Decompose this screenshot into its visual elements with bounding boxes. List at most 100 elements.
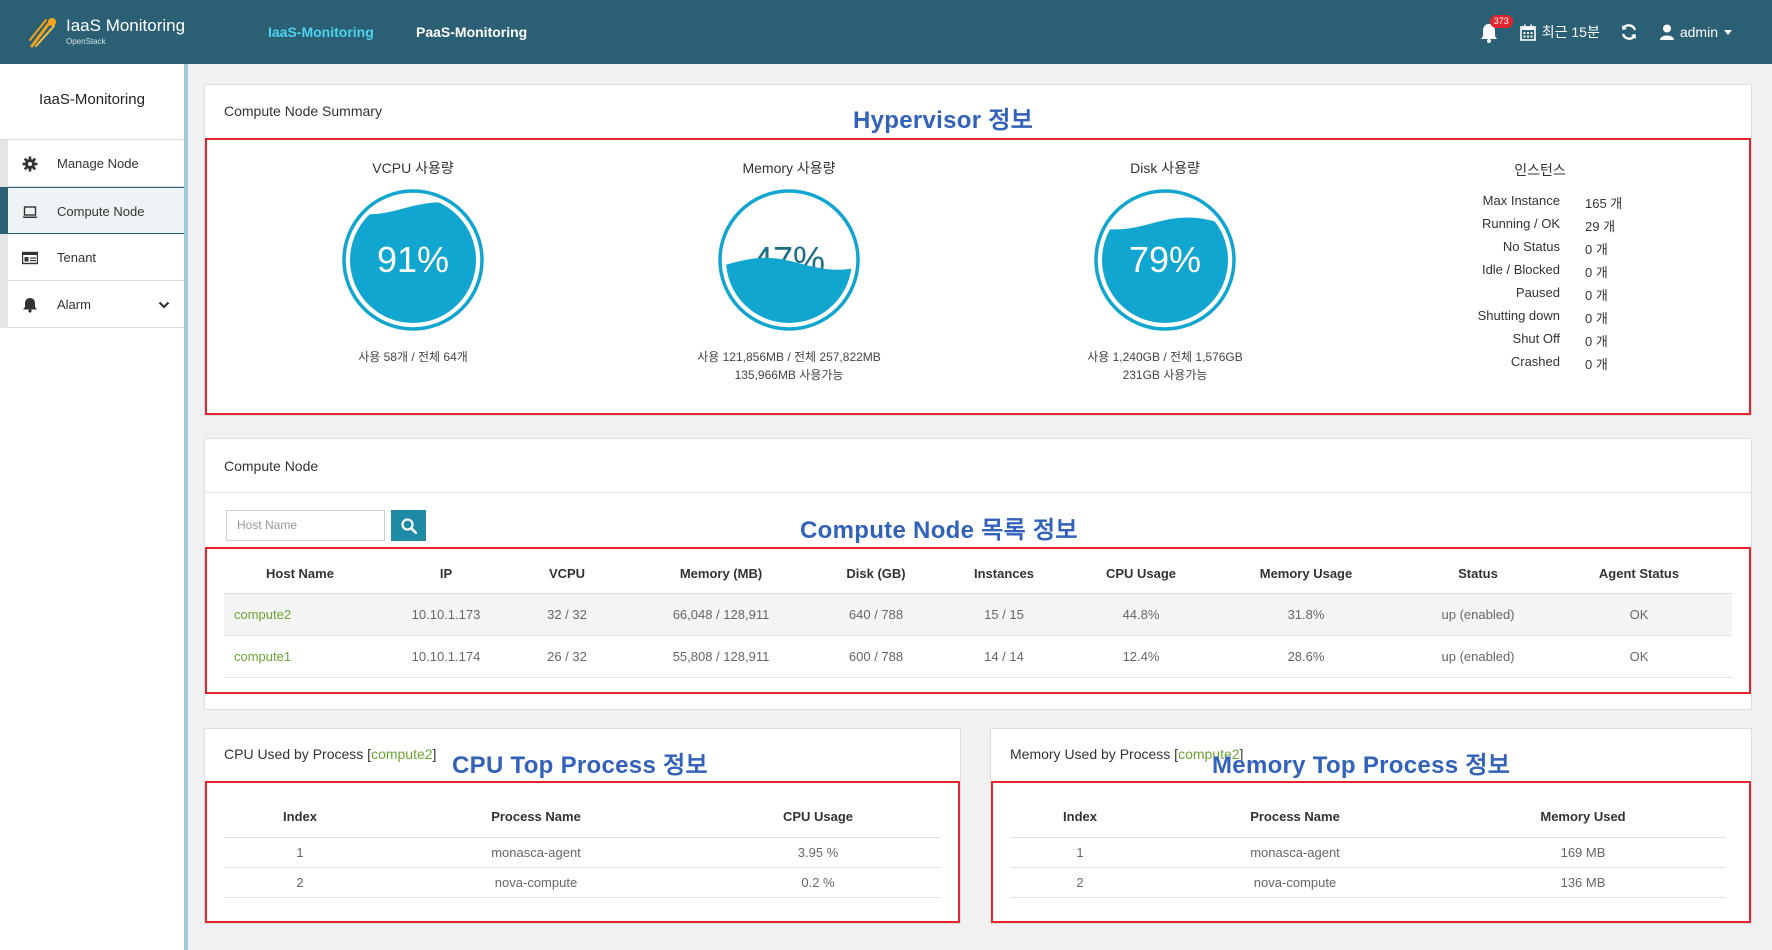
column-header: Process Name <box>376 797 696 838</box>
disk-usage-label: Disk 사용량 <box>1130 160 1200 176</box>
table-cell: monasca-agent <box>376 837 696 868</box>
memory-process-panel-title: Memory Used by Process [compute2] <box>1010 746 1243 762</box>
sidebar: IaaS-Monitoring Manage Node Compute Node… <box>0 64 188 950</box>
cpu-process-title-text: CPU Used by Process <box>224 746 364 762</box>
instance-stat-label: Shut Off <box>1512 331 1560 346</box>
table-row[interactable]: compute2 10.10.1.173 32 / 32 66,048 / 128,9… <box>224 593 1732 636</box>
instance-stat-row: No Status 0 개 <box>1440 239 1670 262</box>
table-cell: 2 <box>224 867 376 898</box>
alarm-notification-button[interactable]: 373 <box>1480 15 1513 43</box>
memory-process-table: Index Process Name Memory Used 1 monasca-ag… <box>1010 797 1726 898</box>
instance-stat-row: Paused 0 개 <box>1440 285 1670 308</box>
column-header: CPU Usage <box>1080 555 1202 594</box>
instance-stat-value: 0 개 <box>1585 242 1608 257</box>
disk-used-total: 사용 1,240GB / 전체 1,576GB <box>1087 350 1243 364</box>
host-name-link[interactable]: compute1 <box>234 649 291 664</box>
alarm-count-badge: 373 <box>1489 15 1513 28</box>
disk-available: 231GB 사용가능 <box>1122 368 1208 382</box>
column-header: IP <box>376 555 516 594</box>
column-header: Status <box>1410 555 1546 594</box>
vcpu-usage-detail: 사용 58개 / 전체 64개 <box>358 350 468 364</box>
gear-icon <box>22 156 38 172</box>
disk-gauge-chart: 79% <box>1094 189 1236 331</box>
cpu-process-host-link[interactable]: compute2 <box>371 746 432 762</box>
cpu-top-process-annotation: CPU Top Process 정보 <box>452 752 708 779</box>
laptop-icon <box>22 206 38 218</box>
instance-stat-label: Idle / Blocked <box>1481 262 1560 277</box>
sidebar-item-label: Alarm <box>57 297 91 312</box>
disk-percent-text: 79% <box>1129 239 1201 280</box>
column-header: Memory Used <box>1440 797 1726 838</box>
compute-node-panel-title: Compute Node <box>224 458 319 474</box>
bell-icon <box>23 298 37 313</box>
disk-usage-detail: 사용 1,240GB / 전체 1,576GB 231GB 사용가능 <box>1015 348 1315 384</box>
table-cell: 32 / 32 <box>516 593 618 636</box>
sidebar-item-compute-node[interactable]: Compute Node <box>0 187 184 234</box>
vcpu-percent-text: 91% <box>377 239 449 280</box>
column-header: VCPU <box>516 555 618 594</box>
instance-stat-value: 0 개 <box>1585 334 1608 349</box>
table-row[interactable]: compute1 10.10.1.174 26 / 32 55,808 / 128,9… <box>224 635 1732 678</box>
host-name-search-input[interactable]: Host Name <box>226 510 385 541</box>
chevron-down-icon[interactable] <box>158 299 170 311</box>
id-card-icon <box>22 251 38 265</box>
memory-used-total: 사용 121,856MB / 전체 257,822MB <box>697 350 881 364</box>
user-name: admin <box>1679 24 1718 40</box>
column-header: Memory Usage <box>1202 555 1410 594</box>
table-cell: up (enabled) <box>1410 635 1546 678</box>
search-icon <box>400 517 417 534</box>
instance-stat-label: Crashed <box>1510 354 1560 369</box>
instance-stat-value: 0 개 <box>1585 311 1608 326</box>
column-header: Host Name <box>224 555 376 594</box>
table-cell: 1 <box>224 837 376 868</box>
search-button[interactable] <box>391 510 426 541</box>
user-menu[interactable]: admin <box>1659 24 1732 40</box>
column-header: CPU Usage <box>696 797 940 838</box>
time-range-label: 최근 15분 <box>1541 24 1600 40</box>
table-cell: nova-compute <box>1150 867 1440 898</box>
vcpu-gauge-chart: 91% <box>342 189 484 331</box>
table-cell: 136 MB <box>1440 867 1726 898</box>
refresh-icon[interactable] <box>1620 23 1638 41</box>
nav-paas-monitoring[interactable]: PaaS-Monitoring <box>416 0 527 64</box>
cpu-process-table: Index Process Name CPU Usage 1 monasca-agen… <box>224 797 940 898</box>
header-tools: 373 최근 15분 admin <box>1480 0 1732 64</box>
instance-stat-value: 0 개 <box>1585 265 1608 280</box>
memory-usage-label: Memory 사용량 <box>742 160 836 176</box>
instance-stat-value: 0 개 <box>1585 357 1608 372</box>
sidebar-item-alarm[interactable]: Alarm <box>0 281 184 328</box>
nav-iaas-monitoring[interactable]: IaaS-Monitoring <box>268 0 374 64</box>
table-cell: 10.10.1.174 <box>376 635 516 678</box>
sidebar-item-tenant[interactable]: Tenant <box>0 234 184 281</box>
instances-title: 인스턴스 <box>1514 162 1566 178</box>
instance-stat-value: 29 개 <box>1585 219 1616 234</box>
table-cell: up (enabled) <box>1410 593 1546 636</box>
memory-gauge-chart: 47% <box>718 189 860 331</box>
table-cell: 640 / 788 <box>824 593 928 636</box>
column-header: Disk (GB) <box>824 555 928 594</box>
bracket-close: ] <box>432 746 437 762</box>
calendar-icon <box>1519 24 1536 41</box>
table-cell: compute1 <box>224 635 376 678</box>
instance-stat-row: Shut Off 0 개 <box>1440 331 1670 354</box>
user-icon <box>1659 24 1674 40</box>
sidebar-item-manage-node[interactable]: Manage Node <box>0 140 184 187</box>
column-header: Agent Status <box>1546 555 1732 594</box>
table-row: 2 nova-compute 0.2 % <box>224 867 940 898</box>
table-header-row: Index Process Name CPU Usage <box>224 797 940 838</box>
table-cell: 15 / 15 <box>928 593 1080 636</box>
instance-stat-label: Max Instance <box>1482 193 1560 208</box>
host-name-link[interactable]: compute2 <box>234 607 291 622</box>
top-navbar: IaaS Monitoring OpenStack IaaS-Monitorin… <box>0 0 1772 64</box>
caret-down-icon <box>1724 29 1732 35</box>
table-cell: 10.10.1.173 <box>376 593 516 636</box>
app-logo[interactable]: IaaS Monitoring OpenStack <box>28 14 198 50</box>
time-range-selector[interactable]: 최근 15분 <box>1519 22 1600 42</box>
compute-node-table: Host Name IP VCPU Memory (MB) Disk (GB) Insta… <box>224 555 1732 678</box>
instance-stat-value: 165 개 <box>1585 196 1623 211</box>
table-cell: nova-compute <box>376 867 696 898</box>
table-cell: 0.2 % <box>696 867 940 898</box>
table-cell: 44.8% <box>1080 593 1202 636</box>
compute-node-list-annotation: Compute Node 목록 정보 <box>800 517 1078 544</box>
cpu-process-panel-title: CPU Used by Process [compute2] <box>224 746 436 762</box>
